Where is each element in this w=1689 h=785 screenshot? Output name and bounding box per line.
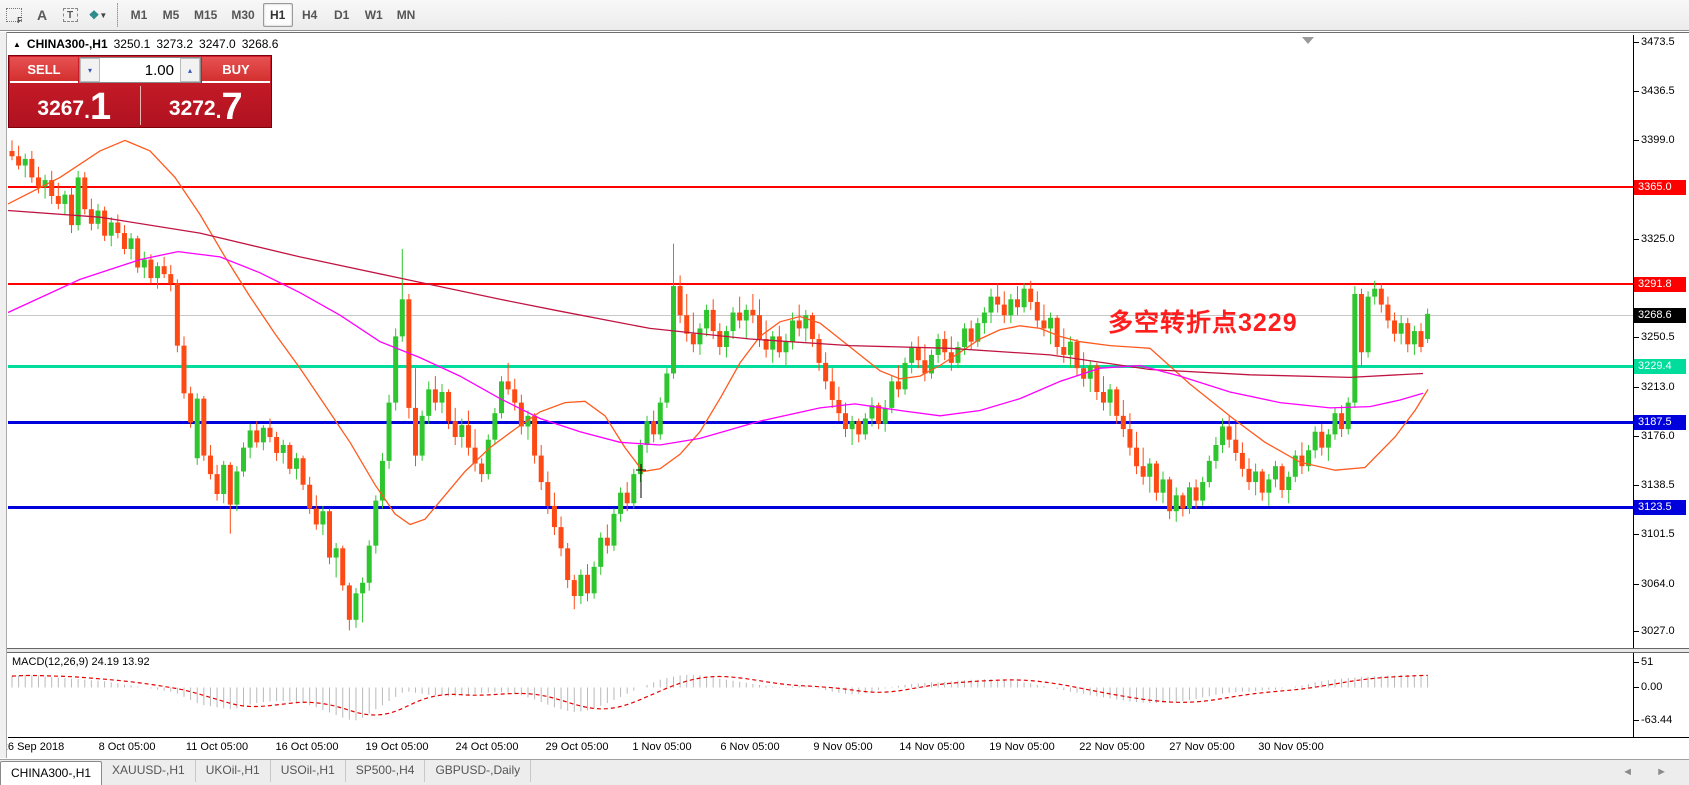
macd-tick-label: -63.44 <box>1633 714 1673 726</box>
chart-tab-bar: CHINA300-,H1 XAUUSD-,H1 UKOil-,H1 USOil-,H1… <box>0 759 1689 785</box>
ohlc-open: 3250.1 <box>113 37 151 51</box>
price-tick-label: 3176.0 <box>1634 430 1675 442</box>
collapse-icon[interactable]: ▲ <box>13 40 21 49</box>
macd-values: 24.19 13.92 <box>91 656 150 668</box>
macd-tick-label: 0.00 <box>1633 681 1663 693</box>
price-badge: 3229.4 <box>1634 359 1686 374</box>
date-label: 29 Oct 05:00 <box>545 741 609 753</box>
price-badge: 3123.5 <box>1634 500 1686 515</box>
macd-tick-label: 51 <box>1633 656 1654 668</box>
date-label: 24 Oct 05:00 <box>455 741 519 753</box>
price-tick-label: 3436.5 <box>1634 85 1675 97</box>
trading-terminal: A T ❖▼ M1M5M15M30H1H4D1W1MN ▲ CHINA300-,… <box>0 0 1689 785</box>
date-label: 16 Oct 05:00 <box>275 741 339 753</box>
date-label: 14 Nov 05:00 <box>899 741 965 753</box>
price-badge: 3291.8 <box>1634 277 1686 292</box>
ohlc-high: 3273.2 <box>156 37 194 51</box>
sell-button[interactable]: SELL <box>10 57 78 83</box>
one-click-trade-panel: SELL ▾ 1.00 ▴ BUY 3267. 1 3272. 7 <box>8 55 272 128</box>
price-badge: 3187.5 <box>1634 415 1686 430</box>
price-tick-label: 3101.5 <box>1634 528 1675 540</box>
date-label: 8 Oct 05:00 <box>98 741 156 753</box>
chart-tab-xauusd-h1[interactable]: XAUUSD-,H1 <box>102 760 196 782</box>
date-label: 27 Nov 05:00 <box>1169 741 1235 753</box>
chart-shift-marker-icon[interactable] <box>1302 37 1314 44</box>
pane-splitter[interactable] <box>0 648 1689 653</box>
date-axis[interactable]: 26 Sep 2018 8 Oct 05:00 11 Oct 05:00 16 Oct… <box>0 740 1689 758</box>
sell-price[interactable]: 3267. 1 <box>9 84 140 127</box>
price-tick-label: 3473.5 <box>1634 36 1675 48</box>
volume-up-button[interactable]: ▴ <box>180 58 200 82</box>
date-label: 26 Sep 2018 <box>1 741 65 753</box>
price-tick-label: 3027.0 <box>1634 625 1675 637</box>
ohlc-low: 3247.0 <box>199 37 236 51</box>
date-label: 11 Oct 05:00 <box>185 741 249 753</box>
price-badge: 3365.0 <box>1634 180 1686 195</box>
date-label: 6 Nov 05:00 <box>720 741 780 753</box>
chart-tab-usoil-h1[interactable]: USOil-,H1 <box>271 760 346 782</box>
price-tick-label: 3213.0 <box>1634 381 1675 393</box>
price-tick-label: 3064.0 <box>1634 578 1675 590</box>
price-tick-label: 3138.5 <box>1634 479 1675 491</box>
price-tick-label: 3250.5 <box>1634 331 1675 343</box>
volume-input[interactable]: 1.00 <box>100 62 180 79</box>
chart-tab-sp500-h4[interactable]: SP500-,H4 <box>346 760 426 782</box>
chart-annotation-text: 多空转折点3229 <box>1108 309 1298 337</box>
chart-tab-ukoil-h1[interactable]: UKOil-,H1 <box>196 760 271 782</box>
window-left-edge <box>0 32 7 758</box>
buy-price[interactable]: 3272. 7 <box>141 84 272 127</box>
chart-tab-china300-h1[interactable]: CHINA300-,H1 <box>0 761 103 785</box>
chart-tab-gbpusd-daily[interactable]: GBPUSD-,Daily <box>425 760 532 782</box>
symbol-label: CHINA300-,H1 <box>26 37 108 51</box>
volume-down-button[interactable]: ▾ <box>80 58 100 82</box>
date-label: 1 Nov 05:00 <box>632 741 692 753</box>
ohlc-close: 3268.6 <box>241 37 279 51</box>
price-tick-label: 3325.0 <box>1634 233 1675 245</box>
date-label: 9 Nov 05:00 <box>813 741 873 753</box>
macd-pane-border <box>8 737 1689 738</box>
buy-button[interactable]: BUY <box>202 57 270 83</box>
date-label: 22 Nov 05:00 <box>1079 741 1145 753</box>
date-label: 30 Nov 05:00 <box>1258 741 1324 753</box>
volume-stepper: ▾ 1.00 ▴ <box>79 57 201 83</box>
price-tick-label: 3399.0 <box>1634 134 1675 146</box>
tab-scroll-arrows[interactable]: ◄ ► <box>1622 766 1677 778</box>
chart-title: ▲ CHINA300-,H1 3250.1 3273.2 3247.0 3268… <box>13 37 278 51</box>
price-badge: 3268.6 <box>1634 308 1686 323</box>
macd-indicator-label: MACD(12,26,9) 24.19 13.92 <box>12 656 150 668</box>
date-label: 19 Oct 05:00 <box>365 741 429 753</box>
date-label: 19 Nov 05:00 <box>989 741 1055 753</box>
